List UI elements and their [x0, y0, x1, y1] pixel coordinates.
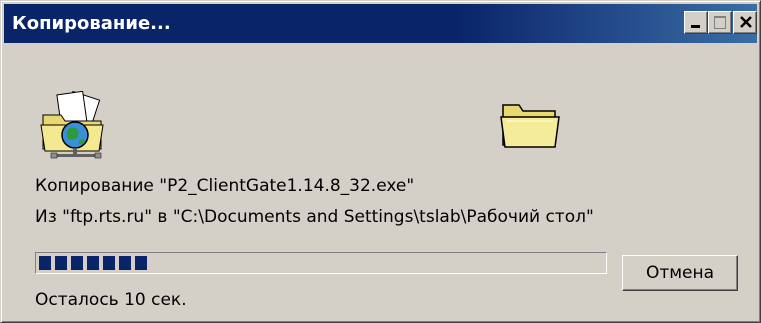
maximize-button [708, 11, 732, 34]
minimize-button[interactable] [684, 11, 708, 34]
copy-path-text: Из "ftp.rts.ru" в "C:\Documents and Sett… [35, 207, 594, 227]
maximize-icon [714, 16, 726, 29]
progress-bar [35, 252, 607, 274]
cancel-button[interactable]: Отмена [622, 255, 738, 291]
title-bar[interactable]: Копирование... [4, 4, 757, 43]
close-icon [740, 16, 752, 28]
network-folder-icon [40, 91, 104, 159]
copy-file-text: Копирование "P2_ClientGate1.14.8_32.exe" [35, 176, 415, 196]
time-remaining-text: Осталось 10 сек. [35, 290, 187, 310]
copy-dialog: Копирование... Копирование "P2_ClientGat… [0, 0, 761, 323]
progress-fill [39, 256, 147, 270]
window-title: Копирование... [12, 13, 171, 34]
close-button[interactable] [733, 11, 757, 34]
minimize-icon [691, 25, 700, 28]
folder-icon [500, 104, 560, 148]
